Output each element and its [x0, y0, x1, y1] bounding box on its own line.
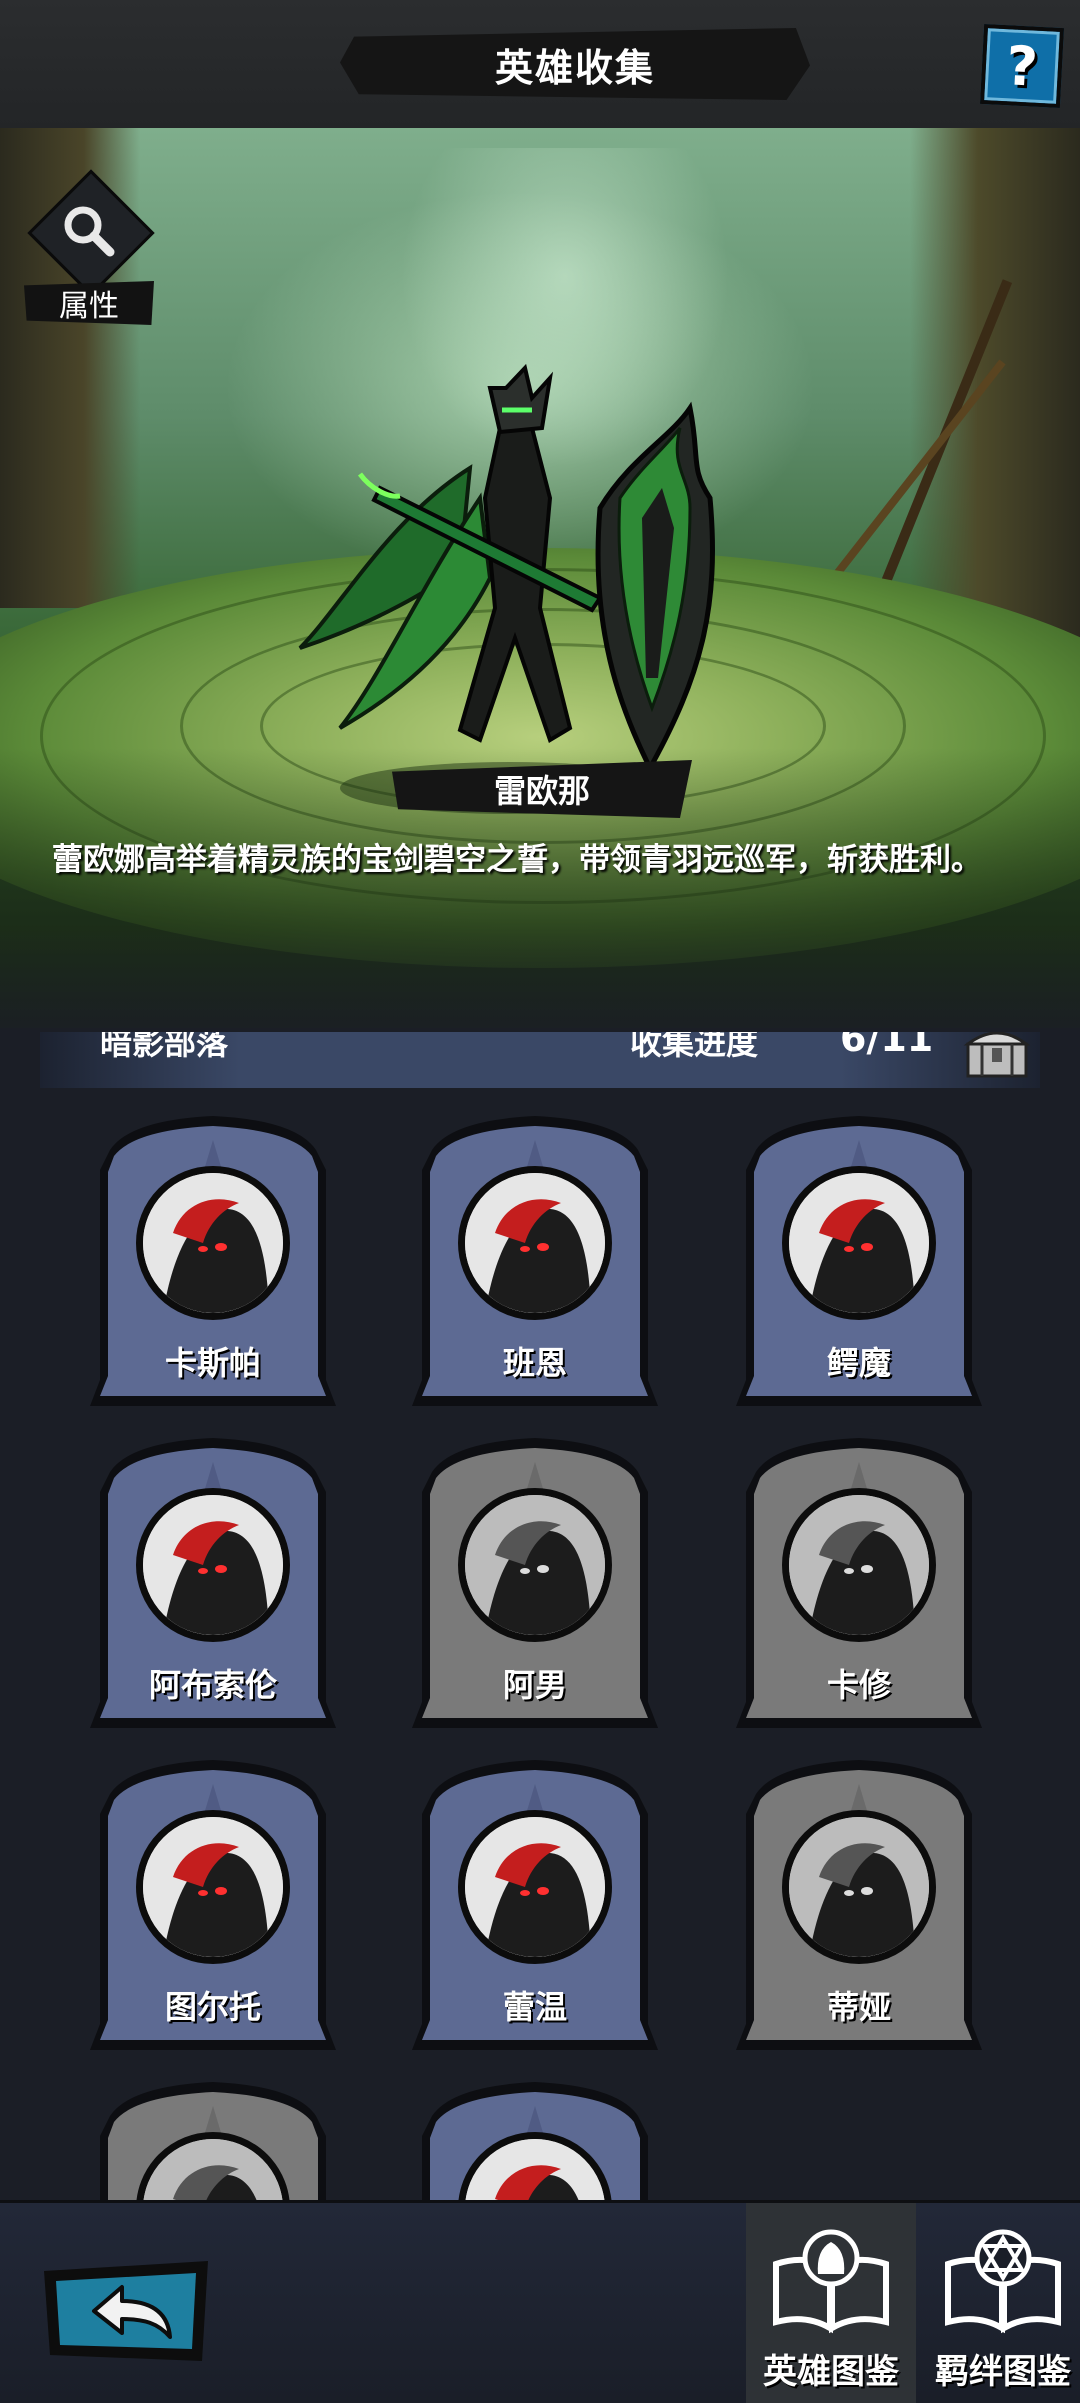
hero-name-label: 鳄魔 — [826, 1344, 891, 1382]
hero-card[interactable]: 蕾温 — [412, 1754, 658, 2054]
help-button[interactable]: ? — [979, 23, 1065, 109]
hero-card[interactable]: 卡斯帕 — [90, 1110, 336, 1410]
hero-card[interactable]: 班恩 — [412, 1110, 658, 1410]
hero-portrait — [458, 1488, 612, 1642]
attribute-label: 属性 — [24, 281, 154, 325]
tab-bond-codex-label: 羁绊图鉴 — [935, 2352, 1071, 2392]
hero-book-icon — [773, 2229, 889, 2334]
hero-portrait — [458, 1166, 612, 1320]
bond-book-icon — [945, 2229, 1061, 2334]
hero-portrait — [136, 1166, 290, 1320]
faction-name: 暗影部落 — [100, 1032, 229, 1062]
title-banner: 英雄收集 — [340, 28, 810, 100]
hero-card[interactable] — [90, 2076, 336, 2200]
page-title: 英雄收集 — [494, 45, 655, 90]
tab-bond-codex[interactable]: 羁绊图鉴 — [918, 2203, 1080, 2403]
magnifier-icon — [64, 206, 115, 257]
progress-value: 6/11 — [840, 1032, 934, 1060]
progress-label: 收集进度 — [630, 1032, 759, 1062]
hero-grid: 卡斯帕 班恩 鳄魔阿布索伦 阿男 卡修图尔托 蕾温 蒂娅 — [0, 1110, 1080, 2200]
hero-portrait — [782, 1488, 936, 1642]
hero-name-label: 阿男 — [502, 1666, 567, 1704]
treasure-chest-icon[interactable] — [962, 1032, 1032, 1078]
hero-portrait — [782, 1810, 936, 1964]
question-mark-icon: ? — [1004, 33, 1040, 99]
hero-card[interactable]: 图尔托 — [90, 1754, 336, 2054]
hero-name-label: 班恩 — [502, 1344, 567, 1382]
hero-card[interactable]: 阿布索伦 — [90, 1432, 336, 1732]
background-tree-right — [910, 128, 1080, 648]
hero-card[interactable]: 卡修 — [736, 1432, 982, 1732]
hero-name-label: 图尔托 — [164, 1988, 261, 2026]
hero-portrait — [458, 1810, 612, 1964]
hero-name-label: 阿布索伦 — [148, 1666, 277, 1704]
hero-name: 雷欧那 — [493, 772, 590, 810]
back-arrow-icon[interactable] — [36, 2257, 216, 2367]
hero-portrait — [136, 1488, 290, 1642]
hero-portrait — [136, 1810, 290, 1964]
hero-portrait — [782, 1166, 936, 1320]
bottom-navigation: 英雄图鉴 羁绊图鉴 — [0, 2200, 1080, 2403]
hero-name-label: 卡修 — [826, 1666, 891, 1704]
hero-card[interactable]: 阿男 — [412, 1432, 658, 1732]
hero-card[interactable] — [412, 2076, 658, 2200]
faction-progress-bar: 暗影部落 收集进度 6/11 — [40, 1032, 1040, 1088]
top-header: 英雄收集 ? — [0, 0, 1080, 131]
hero-name-label: 蒂娅 — [826, 1988, 891, 2026]
hero-card[interactable]: 鳄魔 — [736, 1110, 982, 1410]
hero-card[interactable]: 蒂娅 — [736, 1754, 982, 2054]
attribute-button[interactable]: 属性 — [18, 169, 155, 336]
hero-description: 蕾欧娜高举着精灵族的宝剑碧空之誓，带领青羽远巡军，斩获胜利。 — [52, 842, 982, 878]
hero-name-label: 蕾温 — [502, 1988, 567, 2026]
tab-hero-codex[interactable]: 英雄图鉴 — [746, 2203, 916, 2403]
hero-name-label: 卡斯帕 — [164, 1344, 261, 1382]
tab-hero-codex-label: 英雄图鉴 — [763, 2352, 899, 2392]
hero-showcase: 属性 雷欧那 蕾欧娜高举着精灵族的宝剑碧空之誓，带领青羽远巡军，斩获胜利。 — [0, 128, 1080, 1028]
